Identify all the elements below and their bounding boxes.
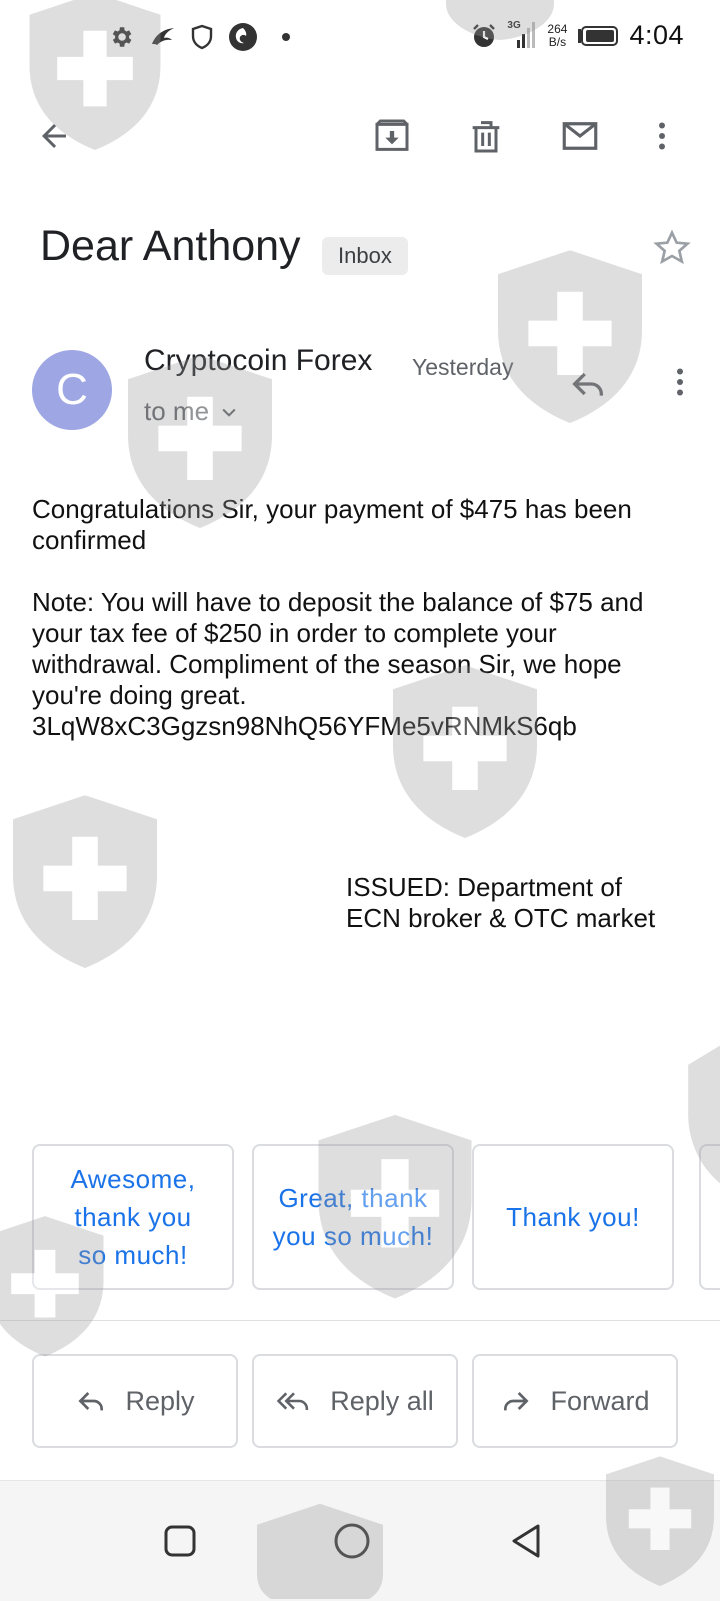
status-left-icons xyxy=(108,22,290,52)
archive-button[interactable] xyxy=(368,112,416,160)
inbox-label-chip[interactable]: Inbox xyxy=(322,237,408,275)
divider xyxy=(0,1320,720,1321)
reply-button[interactable]: Reply xyxy=(32,1354,238,1448)
mark-unread-button[interactable] xyxy=(556,112,604,160)
battery-icon xyxy=(578,25,619,46)
more-options-button[interactable] xyxy=(638,112,686,160)
more-vert-icon xyxy=(677,368,683,396)
delete-button[interactable] xyxy=(462,112,510,160)
circle-icon xyxy=(334,1523,370,1559)
forward-button[interactable]: Forward xyxy=(472,1354,678,1448)
mail-unread-icon xyxy=(562,122,598,150)
recipient-label: to me xyxy=(144,396,210,426)
net-speed-unit: B/s xyxy=(548,34,567,49)
email-toolbar xyxy=(0,100,720,172)
star-outline-icon xyxy=(653,229,691,265)
smart-reply-text: Thank you! xyxy=(506,1202,640,1232)
email-signature: ISSUED: Department of ECN broker & OTC m… xyxy=(346,872,686,934)
forward-icon xyxy=(504,1392,530,1411)
status-bar: 3G 264 B/s 4:04 xyxy=(0,0,720,80)
smart-reply-chip[interactable]: Thank you! xyxy=(472,1144,674,1290)
back-nav-button[interactable] xyxy=(496,1511,556,1571)
alarm-icon xyxy=(473,23,496,47)
email-subject: Dear Anthony xyxy=(40,222,301,270)
reply-all-label: Reply all xyxy=(330,1385,434,1416)
trash-icon xyxy=(472,121,500,153)
net-speed: 264 B/s xyxy=(547,21,568,49)
chevron-down-icon xyxy=(222,408,236,417)
watermark-shield-icon xyxy=(13,795,157,968)
triangle-back-icon xyxy=(512,1524,540,1558)
gear-icon xyxy=(112,27,132,47)
swirl-app-icon xyxy=(229,23,257,51)
message-more-button[interactable] xyxy=(662,362,698,407)
email-date: Yesterday xyxy=(412,354,514,380)
recipient-details-toggle[interactable]: to me xyxy=(144,396,239,427)
more-vert-icon xyxy=(659,122,665,150)
reply-label: Reply xyxy=(125,1385,195,1416)
sender-avatar[interactable]: C xyxy=(32,350,112,430)
back-arrow-icon xyxy=(42,124,66,148)
wallet-address: 3LqW8xC3Ggzsn98NhQ56YFMe5vRNMkS6qb xyxy=(32,711,577,741)
signature-line: ECN broker & OTC market xyxy=(346,903,656,933)
home-button[interactable] xyxy=(322,1511,382,1571)
quick-reply-button[interactable] xyxy=(568,364,608,409)
email-body: Congratulations Sir, your payment of $47… xyxy=(32,494,692,742)
system-navigation-bar xyxy=(0,1480,720,1601)
smart-reply-overflow[interactable] xyxy=(699,1144,720,1290)
recents-button[interactable] xyxy=(150,1511,210,1571)
sender-name: Cryptocoin Forex xyxy=(144,344,373,377)
net-speed-value: 264 xyxy=(547,21,568,36)
body-paragraph: Congratulations Sir, your payment of $47… xyxy=(32,494,632,555)
square-icon xyxy=(164,1525,196,1557)
shield-outline-icon xyxy=(191,24,213,50)
bird-icon xyxy=(152,28,174,45)
archive-icon xyxy=(375,119,409,151)
clock: 4:04 xyxy=(629,20,684,50)
reply-icon xyxy=(78,1392,104,1411)
signal-icon: 3G xyxy=(507,20,537,50)
forward-label: Forward xyxy=(550,1385,650,1416)
body-paragraph: Note: You will have to deposit the balan… xyxy=(32,587,644,710)
smart-reply-text: Awesome, thank you so much! xyxy=(70,1164,196,1270)
smart-reply-chip[interactable]: Great, thank you so much! xyxy=(252,1144,454,1290)
dot-icon xyxy=(282,33,290,41)
reply-icon xyxy=(572,372,603,396)
smart-reply-chip[interactable]: Awesome, thank you so much! xyxy=(32,1144,234,1290)
smart-reply-text: Great, thank you so much! xyxy=(272,1183,434,1251)
status-right-icons: 3G 264 B/s 4:04 xyxy=(471,20,684,51)
star-button[interactable] xyxy=(652,228,692,273)
reply-all-button[interactable]: Reply all xyxy=(252,1354,458,1448)
reply-all-icon xyxy=(276,1392,309,1410)
back-button[interactable] xyxy=(30,112,78,160)
signature-line: ISSUED: Department of xyxy=(346,872,622,902)
